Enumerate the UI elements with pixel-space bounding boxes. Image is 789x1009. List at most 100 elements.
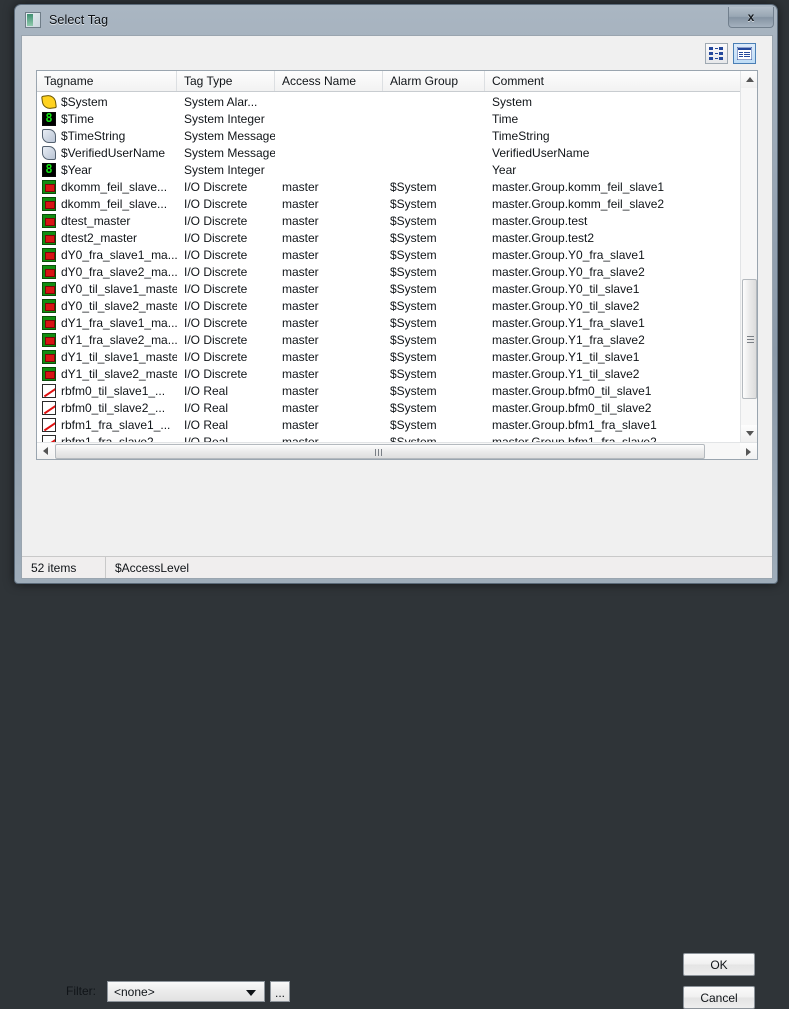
cell-comment: master.Group.Y0_til_slave2 bbox=[492, 298, 640, 313]
filter-value: <none> bbox=[114, 984, 155, 999]
list-view-button[interactable] bbox=[705, 43, 728, 64]
cell-tagname: dY1_fra_slave1_ma... bbox=[37, 315, 177, 330]
cell-access: master bbox=[282, 264, 319, 279]
column-header-tagname[interactable]: Tagname bbox=[37, 71, 177, 91]
column-header-tag-type[interactable]: Tag Type bbox=[177, 71, 275, 91]
grid-body: $System System Alar... System $Time System I… bbox=[37, 93, 757, 442]
scroll-up-button[interactable] bbox=[741, 71, 757, 88]
column-header-comment[interactable]: Comment bbox=[485, 71, 755, 91]
cell-comment: master.Group.test2 bbox=[492, 230, 595, 245]
cancel-button[interactable]: Cancel bbox=[683, 986, 755, 1009]
table-row[interactable]: dY0_fra_slave2_ma... I/O Discrete master $S… bbox=[37, 263, 757, 280]
column-header-alarm-group[interactable]: Alarm Group bbox=[383, 71, 485, 91]
cell-comment: System bbox=[492, 94, 533, 109]
table-row[interactable]: $System System Alar... System bbox=[37, 93, 757, 110]
table-row[interactable]: rbfm1_fra_slave1_... I/O Real master $Syste… bbox=[37, 416, 757, 433]
cell-tagtype: System Message bbox=[184, 145, 275, 160]
cell-tagname-label: $Time bbox=[61, 111, 94, 126]
cell-comment: master.Group.Y1_til_slave1 bbox=[492, 349, 640, 364]
table-row[interactable]: dY1_fra_slave2_ma... I/O Discrete master $S… bbox=[37, 331, 757, 348]
cell-access: master bbox=[282, 315, 319, 330]
cell-tagtype: I/O Discrete bbox=[184, 349, 248, 364]
cell-access: master bbox=[282, 298, 319, 313]
cell-comment: VerifiedUserName bbox=[492, 145, 590, 160]
cell-tagtype: I/O Discrete bbox=[184, 298, 248, 313]
cell-comment: master.Group.Y1_fra_slave2 bbox=[492, 332, 645, 347]
cell-tagname-label: $System bbox=[61, 94, 108, 109]
alarm-tag-icon bbox=[41, 94, 57, 109]
cell-access: master bbox=[282, 434, 319, 443]
cell-tagname: rbfm0_til_slave1_... bbox=[37, 383, 177, 398]
filter-browse-button[interactable]: ... bbox=[270, 981, 290, 1002]
cell-tagname: rbfm1_fra_slave1_... bbox=[37, 417, 177, 432]
close-button[interactable]: x bbox=[728, 7, 774, 28]
column-header-access-name[interactable]: Access Name bbox=[275, 71, 383, 91]
vertical-scroll-thumb[interactable] bbox=[742, 279, 757, 399]
cell-tagtype: I/O Discrete bbox=[184, 179, 248, 194]
vertical-scrollbar[interactable] bbox=[740, 71, 757, 442]
arrow-left-icon bbox=[43, 447, 48, 455]
cell-tagtype: I/O Discrete bbox=[184, 332, 248, 347]
horizontal-scrollbar[interactable] bbox=[37, 442, 757, 459]
discrete-tag-icon bbox=[42, 332, 56, 347]
table-row[interactable]: dY1_til_slave2_master I/O Discrete master $… bbox=[37, 365, 757, 382]
cell-alarm: $System bbox=[390, 349, 437, 364]
cell-tagname: rbfm0_til_slave2_... bbox=[37, 400, 177, 415]
table-row[interactable]: dY1_fra_slave1_ma... I/O Discrete master $S… bbox=[37, 314, 757, 331]
cell-alarm: $System bbox=[390, 400, 437, 415]
table-row[interactable]: $Year System Integer Year bbox=[37, 161, 757, 178]
details-view-button[interactable] bbox=[733, 43, 756, 64]
table-row[interactable]: dY1_til_slave1_master I/O Discrete master $… bbox=[37, 348, 757, 365]
table-row[interactable]: rbfm1_fra_slave2_... I/O Real master $Syste… bbox=[37, 433, 757, 442]
cell-tagname-label: $TimeString bbox=[61, 128, 126, 143]
ok-button[interactable]: OK bbox=[683, 953, 755, 976]
cell-comment: master.Group.test bbox=[492, 213, 588, 228]
horizontal-scroll-thumb[interactable] bbox=[55, 444, 705, 459]
table-row[interactable]: dY0_fra_slave1_ma... I/O Discrete master $S… bbox=[37, 246, 757, 263]
statusbar: 52 items $AccessLevel bbox=[22, 556, 772, 578]
scroll-right-button[interactable] bbox=[740, 443, 757, 459]
cell-tagname: dY0_til_slave2_master bbox=[37, 298, 177, 313]
cell-tagname-label: dY0_fra_slave1_ma... bbox=[61, 247, 177, 262]
cell-tagtype: System Alar... bbox=[184, 94, 258, 109]
cell-alarm: $System bbox=[390, 264, 437, 279]
scroll-left-button[interactable] bbox=[37, 442, 54, 459]
table-row[interactable]: $VerifiedUserName System Message VerifiedU… bbox=[37, 144, 757, 161]
cell-tagtype: I/O Discrete bbox=[184, 213, 248, 228]
discrete-tag-icon bbox=[42, 264, 56, 279]
discrete-tag-icon bbox=[42, 349, 56, 364]
cell-access: master bbox=[282, 247, 319, 262]
cell-comment: master.Group.Y0_fra_slave1 bbox=[492, 247, 645, 262]
filter-label: Filter: bbox=[66, 984, 96, 998]
table-row[interactable]: dtest2_master I/O Discrete master $System ma… bbox=[37, 229, 757, 246]
cell-tagname-label: dY0_til_slave1_master bbox=[61, 281, 177, 296]
cell-alarm: $System bbox=[390, 247, 437, 262]
cell-access: master bbox=[282, 230, 319, 245]
cell-tagname: dY1_til_slave1_master bbox=[37, 349, 177, 364]
table-row[interactable]: dkomm_feil_slave... I/O Discrete master $Sy… bbox=[37, 195, 757, 212]
table-row[interactable]: rbfm0_til_slave2_... I/O Real master $Syste… bbox=[37, 399, 757, 416]
cell-tagtype: System Integer bbox=[184, 111, 265, 126]
table-row[interactable]: rbfm0_til_slave1_... I/O Real master $Syste… bbox=[37, 382, 757, 399]
filter-select[interactable]: <none> bbox=[107, 981, 265, 1002]
cell-comment: Time bbox=[492, 111, 519, 126]
table-row[interactable]: $TimeString System Message TimeString bbox=[37, 127, 757, 144]
cell-tagtype: I/O Discrete bbox=[184, 230, 248, 245]
cell-comment: Year bbox=[492, 162, 517, 177]
cell-alarm: $System bbox=[390, 366, 437, 381]
table-row[interactable]: dY0_til_slave2_master I/O Discrete master $… bbox=[37, 297, 757, 314]
cell-access: master bbox=[282, 281, 319, 296]
table-row[interactable]: dkomm_feil_slave... I/O Discrete master $Sy… bbox=[37, 178, 757, 195]
discrete-tag-icon bbox=[42, 213, 56, 228]
discrete-tag-icon bbox=[42, 179, 56, 194]
table-row[interactable]: $Time System Integer Time bbox=[37, 110, 757, 127]
table-row[interactable]: dY0_til_slave1_master I/O Discrete master $… bbox=[37, 280, 757, 297]
table-row[interactable]: dtest_master I/O Discrete master $System mas… bbox=[37, 212, 757, 229]
cell-tagname: rbfm1_fra_slave2_... bbox=[37, 434, 177, 442]
discrete-tag-icon bbox=[42, 281, 56, 296]
scroll-down-button[interactable] bbox=[741, 425, 757, 442]
app-icon bbox=[25, 12, 41, 28]
real-tag-icon bbox=[42, 383, 56, 398]
cell-access: master bbox=[282, 213, 319, 228]
arrow-right-icon bbox=[746, 447, 751, 456]
